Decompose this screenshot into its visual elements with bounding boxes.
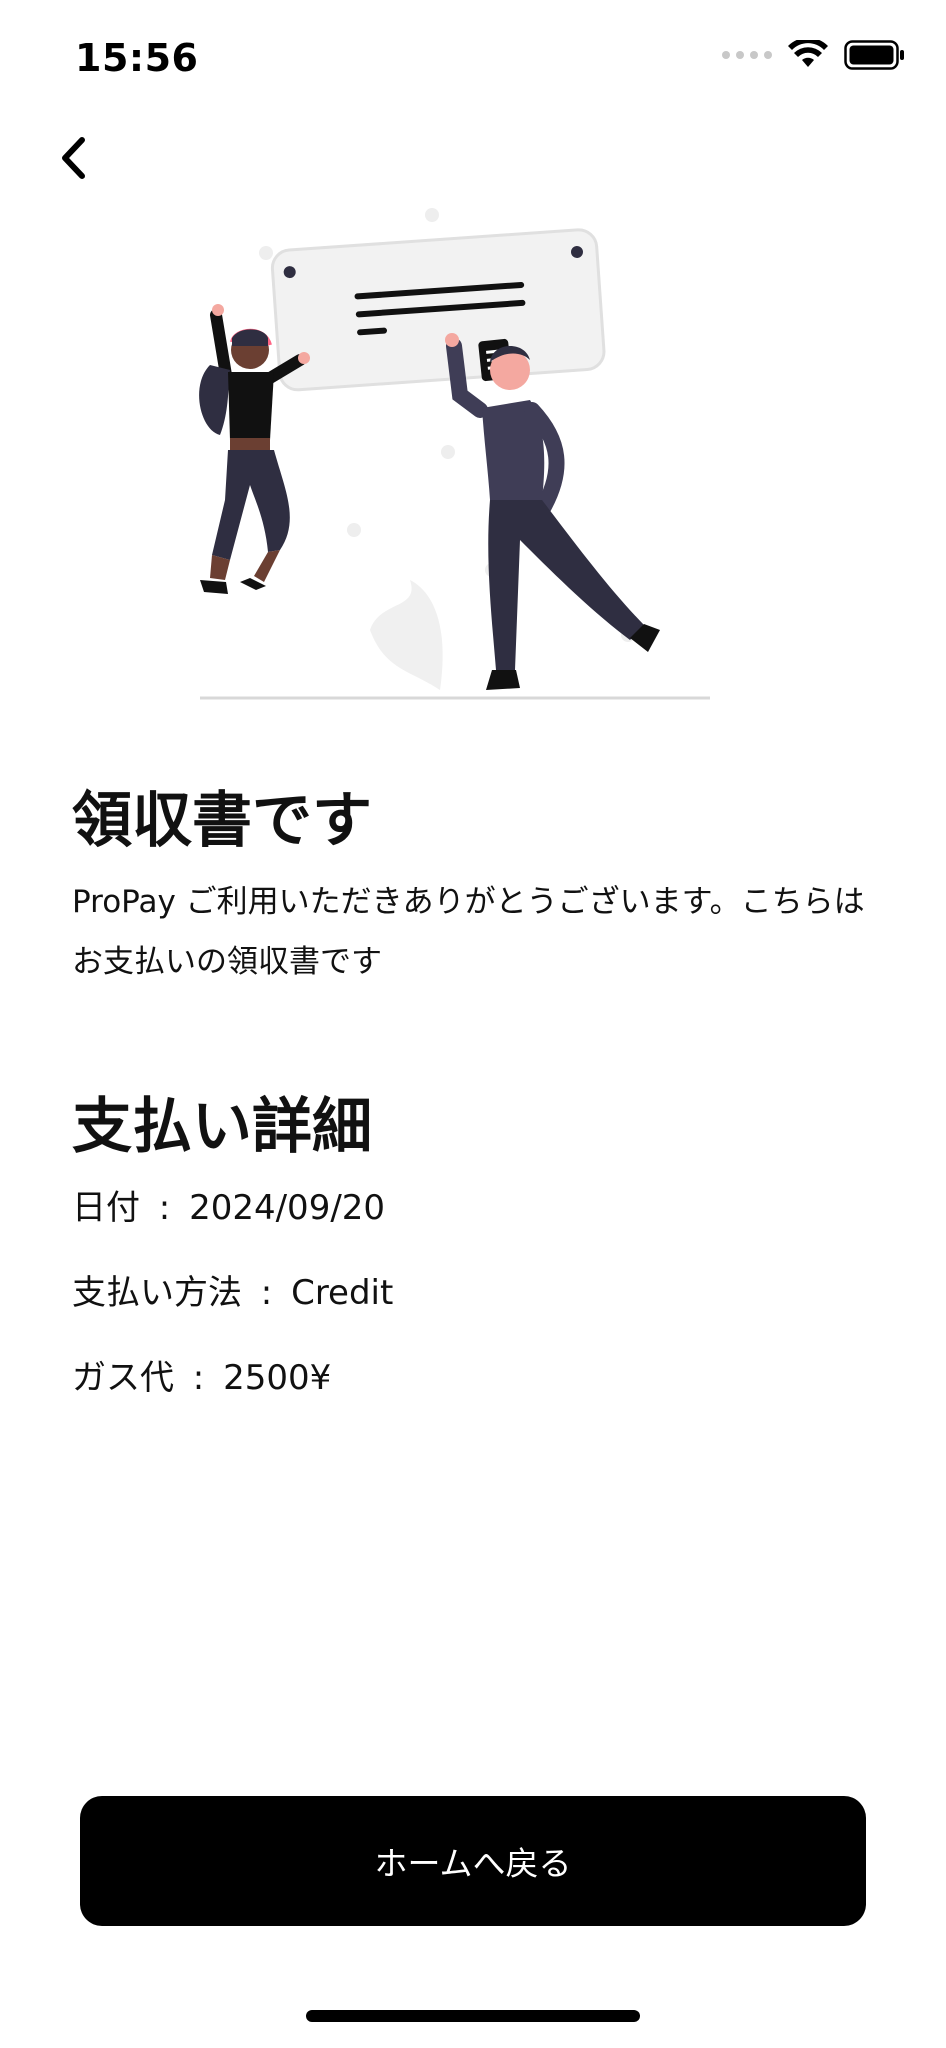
receipt-title: 領収書です	[72, 786, 372, 856]
detail-row-date: 日付 : 2024/09/20	[72, 1188, 386, 1228]
receipt-message: ProPay ご利用いただきありがとうございます。こちらはお支払いの領収書です	[72, 884, 865, 980]
back-button[interactable]	[44, 128, 104, 188]
detail-label: 支払い方法	[72, 1273, 242, 1313]
detail-value: 2500¥	[223, 1358, 332, 1398]
battery-icon	[844, 40, 904, 70]
signal-dots-icon	[722, 51, 772, 59]
status-time: 15:56	[75, 36, 199, 80]
home-button[interactable]: ホームへ戻る	[80, 1796, 866, 1926]
detail-row-payment-method: 支払い方法 : Credit	[72, 1273, 394, 1313]
wifi-icon	[788, 40, 828, 67]
detail-value: Credit	[291, 1273, 394, 1313]
status-bar: 15:56	[0, 0, 946, 120]
detail-value: 2024/09/20	[189, 1188, 386, 1228]
detail-label: ガス代	[72, 1358, 174, 1398]
home-indicator	[306, 2010, 640, 2022]
payment-details-title: 支払い詳細	[72, 1092, 372, 1162]
detail-label: 日付	[72, 1188, 140, 1228]
status-icons	[722, 40, 906, 70]
detail-row-gas-fee: ガス代 : 2500¥	[72, 1358, 332, 1398]
receipt-celebration-illustration	[199, 208, 710, 700]
chevron-left-icon	[62, 137, 85, 179]
